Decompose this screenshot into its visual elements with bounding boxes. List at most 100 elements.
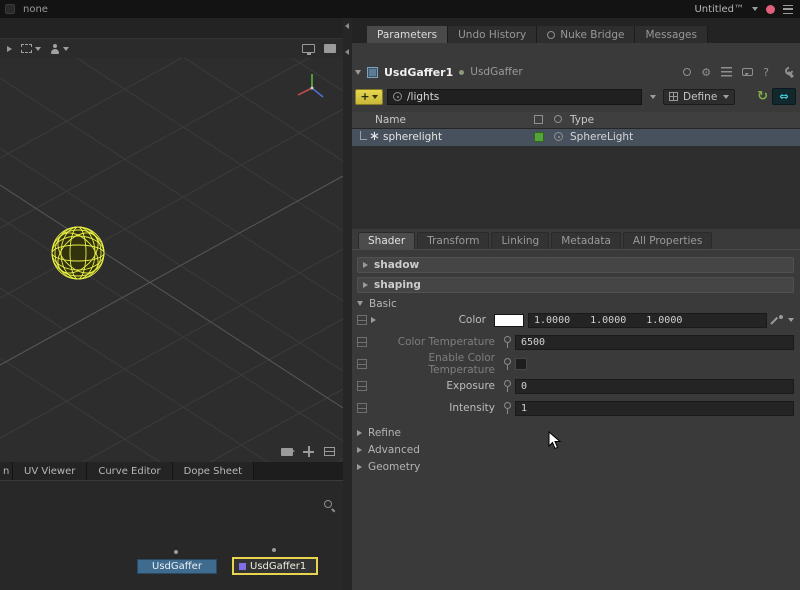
axis-gizmo xyxy=(298,74,323,97)
3d-viewport[interactable] xyxy=(0,58,343,462)
bullet-icon xyxy=(459,70,464,75)
refresh-icon[interactable]: ↻ xyxy=(757,90,768,103)
tab-messages[interactable]: Messages xyxy=(635,26,708,43)
chevron-down-icon xyxy=(723,95,729,99)
tab-transform[interactable]: Transform xyxy=(417,232,489,249)
expand-icon xyxy=(357,447,362,453)
tab-clipped[interactable]: n xyxy=(0,462,13,480)
camera-icon[interactable] xyxy=(281,448,293,456)
user-icon xyxy=(50,44,60,54)
node-port[interactable] xyxy=(272,548,276,552)
param-label: Enable Color Temperature xyxy=(371,352,499,376)
tab-metadata[interactable]: Metadata xyxy=(551,232,621,249)
path-dropdown-button[interactable] xyxy=(646,89,659,105)
type-column-icon[interactable] xyxy=(554,115,562,123)
project-title[interactable]: Untitled™ xyxy=(694,4,744,15)
tab-parameters[interactable]: Parameters xyxy=(367,26,448,43)
define-mode-icon xyxy=(669,92,678,101)
param-label: Intensity xyxy=(371,402,499,414)
collapse-icon xyxy=(357,301,363,306)
enabled-column-icon[interactable] xyxy=(534,115,543,124)
tab-linking[interactable]: Linking xyxy=(491,232,549,249)
menu-icon[interactable] xyxy=(783,5,793,14)
collapse-left-icon[interactable] xyxy=(345,23,349,29)
pin-icon[interactable] xyxy=(683,68,691,76)
sliders-icon[interactable] xyxy=(721,67,732,77)
tab-nuke-bridge[interactable]: Nuke Bridge xyxy=(537,26,635,43)
param-state-icon[interactable] xyxy=(357,337,367,347)
viewport-toolbar xyxy=(0,38,343,58)
tab-curve-editor[interactable]: Curve Editor xyxy=(87,462,172,480)
render-view-icon[interactable] xyxy=(324,44,336,53)
chevron-down-icon[interactable] xyxy=(788,318,794,322)
chevron-down-icon xyxy=(63,47,69,51)
section-advanced[interactable]: Advanced xyxy=(357,443,420,457)
param-label: Color xyxy=(380,314,490,326)
wrench-icon[interactable] xyxy=(785,67,796,78)
node-usdgaffer[interactable]: UsdGaffer xyxy=(137,559,217,574)
node-graph-panel[interactable]: UsdGaffer UsdGaffer1 xyxy=(0,480,343,590)
tab-uv-viewer[interactable]: UV Viewer xyxy=(13,462,87,480)
marquee-select-icon xyxy=(21,44,32,53)
manipulator-tool[interactable] xyxy=(50,44,69,54)
enable-color-temperature-checkbox[interactable] xyxy=(515,358,527,370)
expand-icon xyxy=(357,430,362,436)
chevron-down-icon xyxy=(372,95,378,99)
exposure-field[interactable]: 0 xyxy=(515,379,794,394)
display-icon[interactable] xyxy=(302,44,315,53)
tab-dope-sheet[interactable]: Dope Sheet xyxy=(173,462,254,480)
help-icon[interactable]: ? xyxy=(763,67,769,78)
collapse-left-icon[interactable] xyxy=(345,49,349,55)
value-pin-icon[interactable] xyxy=(503,358,511,370)
chevron-down-icon[interactable] xyxy=(752,7,758,11)
add-light-button[interactable]: + xyxy=(355,89,383,105)
eyedropper-icon[interactable] xyxy=(771,314,784,327)
define-dropdown[interactable]: Define xyxy=(663,89,735,105)
column-header-type[interactable]: Type xyxy=(570,114,594,126)
frame-icon[interactable] xyxy=(324,447,335,456)
tab-undo-history[interactable]: Undo History xyxy=(448,26,537,43)
panel-tab-bar: Parameters Undo History Nuke Bridge Mess… xyxy=(352,18,800,43)
pane-expand-icon[interactable] xyxy=(7,46,12,52)
pane-splitter[interactable] xyxy=(343,18,352,590)
node-port[interactable] xyxy=(174,550,178,554)
column-header-name[interactable]: Name xyxy=(375,114,406,126)
color-swatch[interactable] xyxy=(494,314,524,327)
value-pin-icon[interactable] xyxy=(503,402,511,414)
param-row-color-temperature: Color Temperature 6500 xyxy=(357,332,794,352)
param-state-icon[interactable] xyxy=(357,403,367,413)
value-pin-icon[interactable] xyxy=(503,336,511,348)
color-temperature-field[interactable]: 6500 xyxy=(515,335,794,350)
intensity-field[interactable]: 1 xyxy=(515,401,794,416)
section-basic[interactable]: Basic xyxy=(357,297,397,310)
scene-path-input[interactable]: /lights xyxy=(387,89,642,105)
tree-branch-icon xyxy=(360,131,367,140)
tab-all-properties[interactable]: All Properties xyxy=(623,232,712,249)
enabled-indicator[interactable] xyxy=(534,132,544,142)
sphere-light-wireframe xyxy=(50,225,105,280)
section-shaping[interactable]: shaping xyxy=(357,277,794,293)
chevron-down-icon xyxy=(650,95,656,99)
expand-icon[interactable] xyxy=(371,317,376,323)
marquee-select-tool[interactable] xyxy=(21,44,41,53)
light-name: spherelight xyxy=(383,131,442,143)
value-pin-icon[interactable] xyxy=(503,380,511,392)
node-usdgaffer1-selected[interactable]: UsdGaffer1 xyxy=(232,557,318,575)
pan-icon[interactable] xyxy=(303,446,314,457)
param-state-icon[interactable] xyxy=(357,315,367,325)
param-state-icon[interactable] xyxy=(357,359,367,369)
param-state-icon[interactable] xyxy=(357,381,367,391)
section-shadow[interactable]: shadow xyxy=(357,257,794,273)
search-icon[interactable] xyxy=(323,499,335,511)
node-type-label: UsdGaffer xyxy=(470,66,522,78)
section-geometry[interactable]: Geometry xyxy=(357,460,420,474)
collapse-node-icon[interactable] xyxy=(355,70,361,75)
table-row-spherelight[interactable]: ∗ spherelight SphereLight xyxy=(352,129,800,146)
gear-icon[interactable]: ⚙ xyxy=(701,67,711,78)
tab-shader[interactable]: Shader xyxy=(358,232,415,249)
swap-sync-button[interactable]: ⇔ xyxy=(772,88,796,105)
param-row-enable-color-temperature: Enable Color Temperature xyxy=(357,354,794,374)
section-refine[interactable]: Refine xyxy=(357,426,401,440)
color-values-field[interactable]: 1.0000 1.0000 1.0000 xyxy=(528,313,767,328)
comment-icon[interactable] xyxy=(742,68,753,76)
